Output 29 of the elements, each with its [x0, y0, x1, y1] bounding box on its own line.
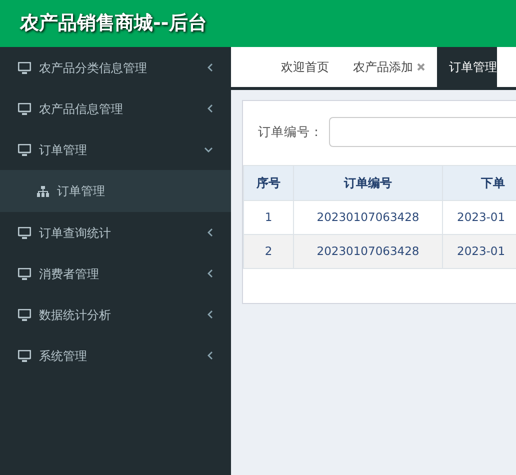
sidebar-menu-item[interactable]: 数据统计分析 [0, 294, 231, 335]
close-icon[interactable] [417, 63, 425, 71]
monitor-icon [18, 226, 31, 238]
tab[interactable]: 订单管理 [437, 47, 497, 87]
sidebar-submenu-item[interactable]: 订单管理 [0, 170, 231, 212]
table-cell: 2 [244, 234, 294, 268]
sidebar-menu-item[interactable]: 订单管理 [0, 129, 231, 170]
app-title: 农产品销售商城--后台 [20, 11, 207, 36]
sidebar-menu-item[interactable]: 农产品分类信息管理 [0, 47, 231, 88]
tab[interactable]: 农产品添加 [341, 47, 437, 87]
sitemap-icon [37, 186, 49, 196]
monitor-icon [18, 308, 31, 320]
monitor-icon [18, 62, 31, 74]
monitor-icon [18, 268, 31, 280]
column-header: 序号 [244, 166, 294, 200]
table-cell: 20230107063428 [294, 234, 442, 268]
sidebar-menu-item[interactable]: 系统管理 [0, 335, 231, 376]
order-number-field[interactable] [329, 117, 516, 147]
sidebar-menu-item[interactable]: 订单查询统计 [0, 212, 231, 253]
monitor-icon [18, 350, 31, 362]
search-label: 订单编号： [258, 122, 323, 141]
table-cell: 2023-01 [442, 234, 516, 268]
sidebar-menu-item[interactable]: 消费者管理 [0, 253, 231, 294]
sidebar-menu-item[interactable]: 农产品信息管理 [0, 88, 231, 129]
tab[interactable]: 欢迎首页 [269, 47, 341, 87]
monitor-icon [18, 144, 31, 156]
monitor-icon [18, 102, 31, 114]
column-header: 订单编号 [294, 166, 442, 200]
column-header: 下单 [442, 166, 516, 200]
